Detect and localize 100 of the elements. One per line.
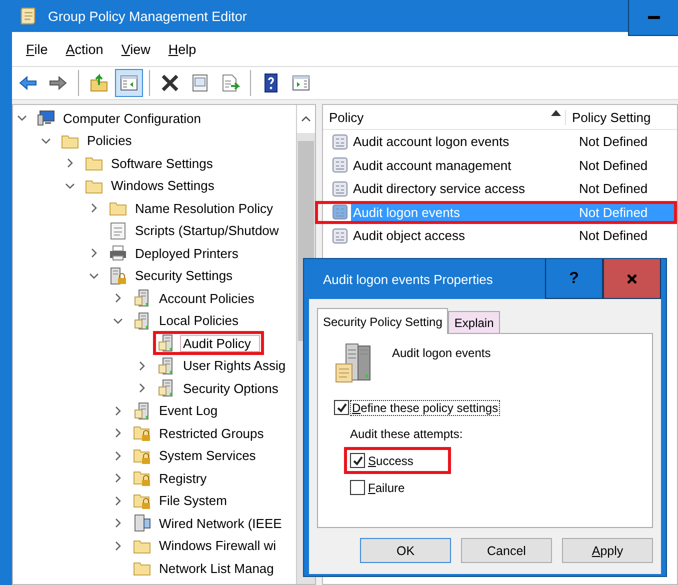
column-header[interactable]: Policy Setting [565,110,677,124]
expand-chevron-icon[interactable] [113,450,123,461]
tree-item[interactable]: Local Policies [156,312,242,330]
tree-item[interactable]: System Services [156,447,259,464]
scroll-icon [18,6,38,26]
tree-item[interactable]: Windows Firewall wi [156,537,280,554]
table-cell-text: Audit object access [352,228,466,244]
tree-item[interactable]: Windows Settings [108,177,218,194]
group-label: Audit these attempts: [350,427,464,441]
collapse-chevron-icon[interactable] [65,180,75,191]
table-row[interactable]: Audit directory service access Not Defined [351,180,674,198]
dialog-button[interactable]: OK [360,538,451,563]
checkbox[interactable] [334,400,349,415]
help-button[interactable]: ? [545,259,603,299]
menu-item[interactable]: File [18,40,56,58]
collapse-chevron-icon[interactable] [89,270,99,281]
collapse-chevron-icon[interactable] [17,113,27,124]
table-row[interactable]: Audit object access Not Defined [351,227,674,244]
collapse-chevron-icon[interactable] [113,316,123,326]
table-cell-text: Not Defined [578,158,648,173]
collapse-chevron-icon[interactable] [41,136,51,146]
menu-item[interactable]: View [113,40,158,58]
expand-chevron-icon[interactable] [89,203,99,214]
table-cell-text: Not Defined [578,228,648,244]
table-cell-text: Audit account logon events [352,134,510,150]
tree-item[interactable]: Software Settings [108,154,216,172]
printer-icon [109,244,127,262]
server-icon [133,402,151,420]
server-icon [133,312,151,330]
policy-icon [332,180,348,197]
pane-icon [119,73,139,93]
close-icon [626,272,638,284]
tree-item[interactable]: User Rights Assig [180,357,289,374]
menu-item[interactable]: Action [58,40,112,58]
expand-chevron-icon[interactable] [113,293,123,304]
expand-chevron-icon[interactable] [89,248,99,258]
tree-item[interactable]: Scripts (Startup/Shutdow [132,222,282,240]
column-header[interactable]: Policy [323,110,565,124]
tree-item[interactable]: Event Log [156,402,221,420]
sort-ascending-icon [551,110,561,116]
export-list-icon [220,73,240,93]
dialog-title: Audit logon events Properties [322,272,493,286]
expand-chevron-icon[interactable] [137,360,147,371]
folder-up-icon [89,73,109,93]
tab[interactable]: Explain [448,311,500,333]
table-cell-text: Not Defined [578,134,648,150]
server-icon [157,379,175,398]
script-icon [109,222,127,240]
checkbox-label[interactable]: Success [367,454,414,468]
tree-item[interactable]: Computer Configuration [60,110,204,127]
checkbox-label[interactable]: Define these policy settings [351,400,500,414]
minimize-button[interactable] [628,0,678,36]
tree-item[interactable]: Security Options [180,380,282,397]
policy-icon [332,204,348,220]
checkbox[interactable] [350,480,365,495]
tree-pane-button[interactable] [115,69,143,97]
table-cell-text: Not Defined [578,181,648,196]
menu-item[interactable]: Help [160,40,204,58]
tree-item[interactable]: Account Policies [156,290,258,307]
tree-item[interactable]: Restricted Groups [156,424,267,442]
policy-icon [332,157,348,174]
checkmark-icon [336,402,348,414]
checkmark-icon [352,454,364,466]
tree-item[interactable]: Registry [156,470,210,487]
checkbox[interactable] [350,453,365,468]
tree-item[interactable]: Security Settings [132,267,236,284]
table-row[interactable]: Audit account management Not Defined [351,156,674,174]
tree-item[interactable]: Deployed Printers [132,244,242,262]
expand-chevron-icon[interactable] [113,473,123,484]
server-icon [157,334,175,352]
expand-chevron-icon[interactable] [113,428,123,438]
expand-chevron-icon[interactable] [113,496,123,506]
server-icon [133,289,151,308]
expand-chevron-icon[interactable] [137,383,147,394]
expand-chevron-icon[interactable] [113,518,123,528]
locked-server-icon [109,266,127,285]
tree-item[interactable]: File System [156,492,230,510]
checkbox-label[interactable]: Failure [367,480,406,494]
expand-chevron-icon[interactable] [113,540,123,551]
locked-folder-icon [133,446,151,465]
tree-item[interactable]: Audit Policy [180,334,260,352]
tree-item[interactable]: Name Resolution Policy [132,200,276,217]
properties-icon [190,73,210,93]
delete-icon [160,73,180,93]
tree-item[interactable]: Policies [84,132,135,150]
tab[interactable]: Security Policy Setting [317,308,448,334]
expand-chevron-icon[interactable] [65,158,75,168]
pane-icon [291,73,311,93]
expand-chevron-icon[interactable] [113,406,123,416]
tree-item[interactable]: Wired Network (IEEE [156,514,285,532]
dialog-button[interactable]: Cancel [461,538,552,563]
policy-icon [332,228,348,244]
table-cell-text: Audit directory service access [352,181,526,196]
tree-item[interactable]: Network List Manag [156,560,277,577]
dialog-button[interactable]: Apply [562,538,653,563]
policy-icon [332,134,348,150]
server-icon [157,356,175,375]
close-button[interactable] [603,259,661,299]
table-row[interactable]: Audit account logon events Not Defined [351,133,674,150]
locked-folder-icon [133,469,151,488]
